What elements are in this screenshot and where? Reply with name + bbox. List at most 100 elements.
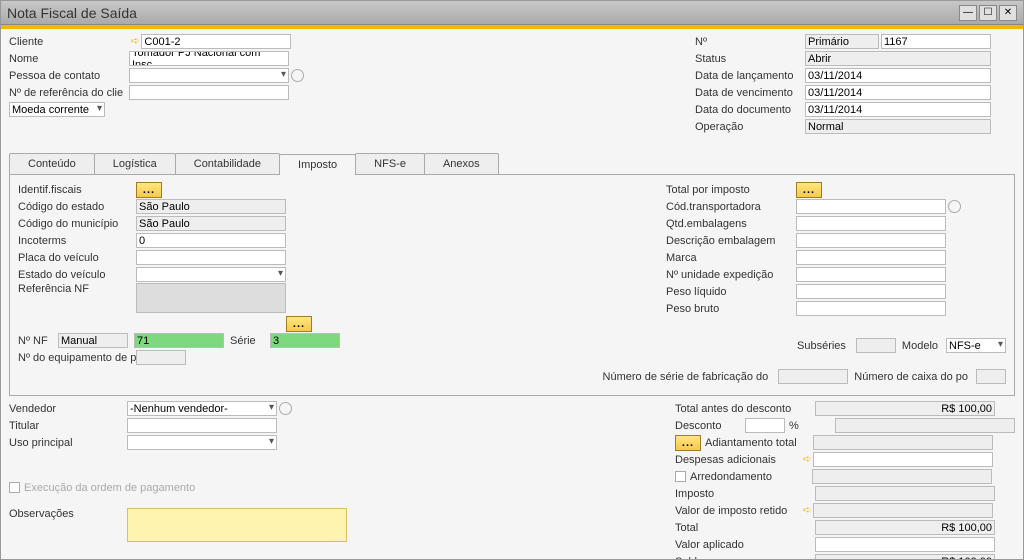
vendedor-label: Vendedor [9, 403, 127, 415]
adiant-button[interactable]: ... [675, 435, 701, 451]
nome-field[interactable]: Tomador PJ Nacional com Insc. [129, 51, 289, 66]
codtransp-field[interactable] [796, 199, 946, 214]
tab-logistica[interactable]: Logística [94, 153, 176, 174]
titular-field[interactable] [127, 418, 277, 433]
datadoc-field[interactable]: 03/11/2014 [805, 102, 991, 117]
codest-label: Código do estado [18, 201, 136, 213]
link-arrow-icon[interactable]: ➪ [801, 505, 813, 516]
qtdemb-field[interactable] [796, 216, 946, 231]
placa-field[interactable] [136, 250, 286, 265]
descemb-field[interactable] [796, 233, 946, 248]
percent-label: % [785, 420, 805, 432]
totalimp-button[interactable]: ... [796, 182, 822, 198]
placa-label: Placa do veículo [18, 252, 136, 264]
modelo-combo[interactable]: NFS-e [946, 338, 1006, 353]
desc-pct-field[interactable] [745, 418, 785, 433]
caixa-field[interactable] [976, 369, 1006, 384]
tab-anexos[interactable]: Anexos [424, 153, 499, 174]
obs-label: Observações [9, 508, 127, 520]
datavenc-label: Data de vencimento [695, 87, 805, 99]
datavenc-field[interactable]: 03/11/2014 [805, 85, 991, 100]
refnf-textarea[interactable] [136, 283, 286, 313]
detail-icon[interactable] [279, 402, 292, 415]
link-arrow-icon[interactable]: ➪ [129, 36, 141, 47]
identif-button[interactable]: ... [136, 182, 162, 198]
despad-field[interactable] [813, 452, 993, 467]
cliente-field[interactable]: C001-2 [141, 34, 291, 49]
nome-label: Nome [9, 53, 129, 65]
imposto-label: Imposto [675, 488, 815, 500]
equip-field[interactable] [136, 350, 186, 365]
estveic-combo[interactable] [136, 267, 286, 282]
pesoliq-label: Peso líquido [666, 286, 796, 298]
qtdemb-label: Qtd.embalagens [666, 218, 796, 230]
incoterms-label: Incoterms [18, 235, 136, 247]
close-button[interactable]: ✕ [999, 5, 1017, 21]
numero-tipo-field[interactable]: Primário [805, 34, 879, 49]
caixa-label: Número de caixa do po [854, 371, 972, 383]
status-label: Status [695, 53, 805, 65]
datalanc-field[interactable]: 03/11/2014 [805, 68, 991, 83]
unidexp-field[interactable] [796, 267, 946, 282]
retido-label: Valor de imposto retido [675, 505, 801, 517]
numero-label: Nº [695, 36, 805, 48]
refnf-button[interactable]: ... [286, 316, 312, 332]
minimize-button[interactable]: — [959, 5, 977, 21]
totdesc-field: R$ 100,00 [815, 401, 995, 416]
desc-val-field [835, 418, 1015, 433]
numero-field[interactable]: 1167 [881, 34, 991, 49]
tab-panel-imposto: Identif.fiscais ... Código do estado São… [9, 174, 1015, 396]
titlebar: Nota Fiscal de Saída — ☐ ✕ [1, 1, 1023, 25]
saldo-field: R$ 100,00 [815, 554, 995, 559]
arred-checkbox [675, 471, 686, 482]
codtransp-label: Cód.transportadora [666, 201, 796, 213]
refcliente-label: Nº de referência do clie [9, 87, 129, 99]
marca-field[interactable] [796, 250, 946, 265]
nfnum-tipo-field[interactable]: Manual [58, 333, 128, 348]
nfnum-field[interactable]: 71 [134, 333, 224, 348]
operacao-label: Operação [695, 121, 805, 133]
link-arrow-icon[interactable]: ➪ [801, 454, 813, 465]
pesobruto-field[interactable] [796, 301, 946, 316]
moeda-combo[interactable]: Moeda corrente [9, 102, 105, 117]
vendedor-combo[interactable]: -Nenhum vendedor- [127, 401, 277, 416]
valapl-field[interactable] [815, 537, 995, 552]
contato-combo[interactable] [129, 68, 289, 83]
imposto-field [815, 486, 995, 501]
serie-field[interactable]: 3 [270, 333, 340, 348]
detail-icon[interactable] [291, 69, 304, 82]
subserie-field[interactable] [856, 338, 896, 353]
refnf-label: Referência NF [18, 283, 136, 295]
equip-label: Nº do equipamento de po [18, 352, 136, 364]
marca-label: Marca [666, 252, 796, 264]
subserie-label: Subséries [797, 340, 850, 352]
titular-label: Titular [9, 420, 127, 432]
modelo-label: Modelo [902, 340, 942, 352]
refcliente-field[interactable] [129, 85, 289, 100]
incoterms-field[interactable]: 0 [136, 233, 286, 248]
pesoliq-field[interactable] [796, 284, 946, 299]
codest-field: São Paulo [136, 199, 286, 214]
tab-nfse[interactable]: NFS-e [355, 153, 425, 174]
desc-label: Desconto [675, 420, 745, 432]
obs-textarea[interactable] [127, 508, 347, 542]
totalimp-label: Total por imposto [666, 184, 796, 196]
window: Nota Fiscal de Saída — ☐ ✕ Cliente ➪ C00… [0, 0, 1024, 560]
maximize-button[interactable]: ☐ [979, 5, 997, 21]
exec-checkbox [9, 482, 20, 493]
saldo-label: Saldo [675, 556, 815, 560]
serie-label: Série [230, 335, 270, 347]
arred-field [812, 469, 992, 484]
detail-icon[interactable] [948, 200, 961, 213]
seriefab-field[interactable] [778, 369, 848, 384]
uso-combo[interactable] [127, 435, 277, 450]
tab-conteudo[interactable]: Conteúdo [9, 153, 95, 174]
arred-label: Arredondamento [690, 471, 812, 483]
total-label: Total [675, 522, 815, 534]
status-field: Abrir [805, 51, 991, 66]
tab-imposto[interactable]: Imposto [279, 154, 356, 175]
contato-label: Pessoa de contato [9, 70, 129, 82]
tab-contabilidade[interactable]: Contabilidade [175, 153, 280, 174]
despad-label: Despesas adicionais [675, 454, 801, 466]
exec-checkbox-row: Execução da ordem de pagamento [9, 479, 409, 496]
